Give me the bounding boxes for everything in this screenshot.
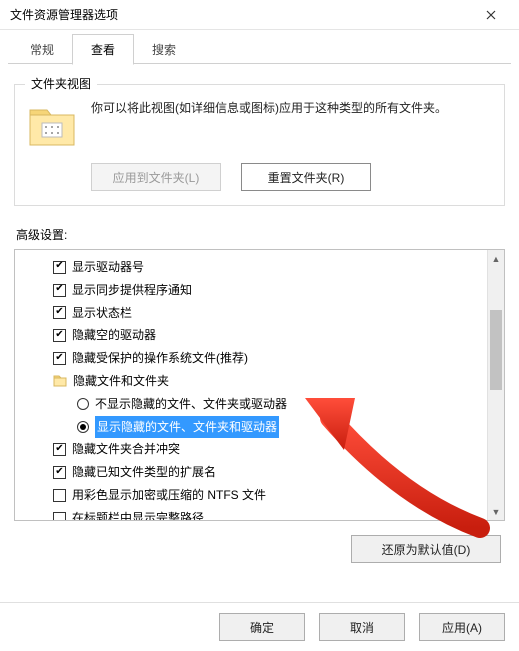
close-icon (486, 10, 496, 20)
list-item[interactable]: 不显示隐藏的文件、文件夹或驱动器 (77, 393, 500, 416)
list-item[interactable]: 隐藏空的驱动器 (59, 324, 500, 347)
list-item[interactable]: 在标题栏中显示完整路径 (59, 507, 500, 521)
list-item[interactable]: 用彩色显示加密或压缩的 NTFS 文件 (59, 484, 500, 507)
list-item-label: 隐藏空的驱动器 (72, 324, 156, 347)
scroll-down-arrow-icon[interactable]: ▼ (488, 503, 504, 520)
folder-icon (53, 375, 67, 387)
checkbox[interactable] (53, 466, 66, 479)
close-button[interactable] (471, 1, 511, 29)
folder-view-legend: 文件夹视图 (25, 75, 97, 92)
advanced-settings-label: 高级设置: (16, 226, 505, 243)
list-item-label: 隐藏文件夹合并冲突 (72, 438, 180, 461)
list-item-label: 显示状态栏 (72, 302, 132, 325)
list-item[interactable]: 显示隐藏的文件、文件夹和驱动器 (77, 416, 500, 439)
folder-icon (27, 103, 77, 149)
checkbox[interactable] (53, 306, 66, 319)
window-title: 文件资源管理器选项 (10, 6, 118, 23)
scroll-up-arrow-icon[interactable]: ▲ (488, 250, 504, 267)
cancel-button[interactable]: 取消 (319, 613, 405, 641)
list-item-label: 隐藏受保护的操作系统文件(推荐) (72, 347, 248, 370)
list-item-label: 显示隐藏的文件、文件夹和驱动器 (95, 416, 279, 439)
radio[interactable] (77, 421, 89, 433)
checkbox[interactable] (53, 443, 66, 456)
list-item[interactable]: 隐藏文件和文件夹 (59, 370, 500, 393)
restore-defaults-button[interactable]: 还原为默认值(D) (351, 535, 501, 563)
folder-view-group: 文件夹视图 你可以将此视图(如详细信息或图标)应用于这种类型的所有文件夹。 应用… (14, 84, 505, 206)
list-item[interactable]: 隐藏已知文件类型的扩展名 (59, 461, 500, 484)
list-item-label: 显示同步提供程序通知 (72, 279, 192, 302)
reset-folders-button[interactable]: 重置文件夹(R) (241, 163, 371, 191)
list-item[interactable]: 隐藏受保护的操作系统文件(推荐) (59, 347, 500, 370)
list-item-label: 隐藏文件和文件夹 (73, 370, 169, 393)
checkbox[interactable] (53, 284, 66, 297)
checkbox[interactable] (53, 512, 66, 521)
list-item[interactable]: 隐藏文件夹合并冲突 (59, 438, 500, 461)
list-item-label: 用彩色显示加密或压缩的 NTFS 文件 (72, 484, 266, 507)
list-item-label: 在标题栏中显示完整路径 (72, 507, 204, 521)
list-item[interactable]: 显示状态栏 (59, 302, 500, 325)
radio[interactable] (77, 398, 89, 410)
list-item-label: 不显示隐藏的文件、文件夹或驱动器 (95, 393, 287, 416)
dialog-buttons: 确定 取消 应用(A) (0, 602, 519, 651)
checkbox[interactable] (53, 329, 66, 342)
advanced-settings-list: 显示驱动器号 显示同步提供程序通知 显示状态栏 隐藏空的驱动器 隐藏受保护的操作… (23, 256, 500, 521)
apply-to-folders-button[interactable]: 应用到文件夹(L) (91, 163, 221, 191)
tab-view[interactable]: 查看 (72, 34, 134, 65)
title-bar: 文件资源管理器选项 (0, 0, 519, 30)
checkbox[interactable] (53, 489, 66, 502)
tab-content: 文件夹视图 你可以将此视图(如详细信息或图标)应用于这种类型的所有文件夹。 应用… (0, 64, 519, 573)
list-item-label: 隐藏已知文件类型的扩展名 (72, 461, 216, 484)
list-item[interactable]: 显示同步提供程序通知 (59, 279, 500, 302)
list-item-label: 显示驱动器号 (72, 256, 144, 279)
checkbox[interactable] (53, 352, 66, 365)
tab-general[interactable]: 常规 (12, 35, 72, 64)
ok-button[interactable]: 确定 (219, 613, 305, 641)
advanced-settings-box: 显示驱动器号 显示同步提供程序通知 显示状态栏 隐藏空的驱动器 隐藏受保护的操作… (14, 249, 505, 521)
tab-search[interactable]: 搜索 (134, 35, 194, 64)
list-item[interactable]: 显示驱动器号 (59, 256, 500, 279)
folder-view-description: 你可以将此视图(如详细信息或图标)应用于这种类型的所有文件夹。 (91, 99, 492, 118)
apply-button[interactable]: 应用(A) (419, 613, 505, 641)
scrollbar-thumb[interactable] (490, 310, 502, 390)
scrollbar[interactable]: ▲ ▼ (487, 250, 504, 520)
tab-bar: 常规 查看 搜索 (0, 30, 519, 64)
checkbox[interactable] (53, 261, 66, 274)
